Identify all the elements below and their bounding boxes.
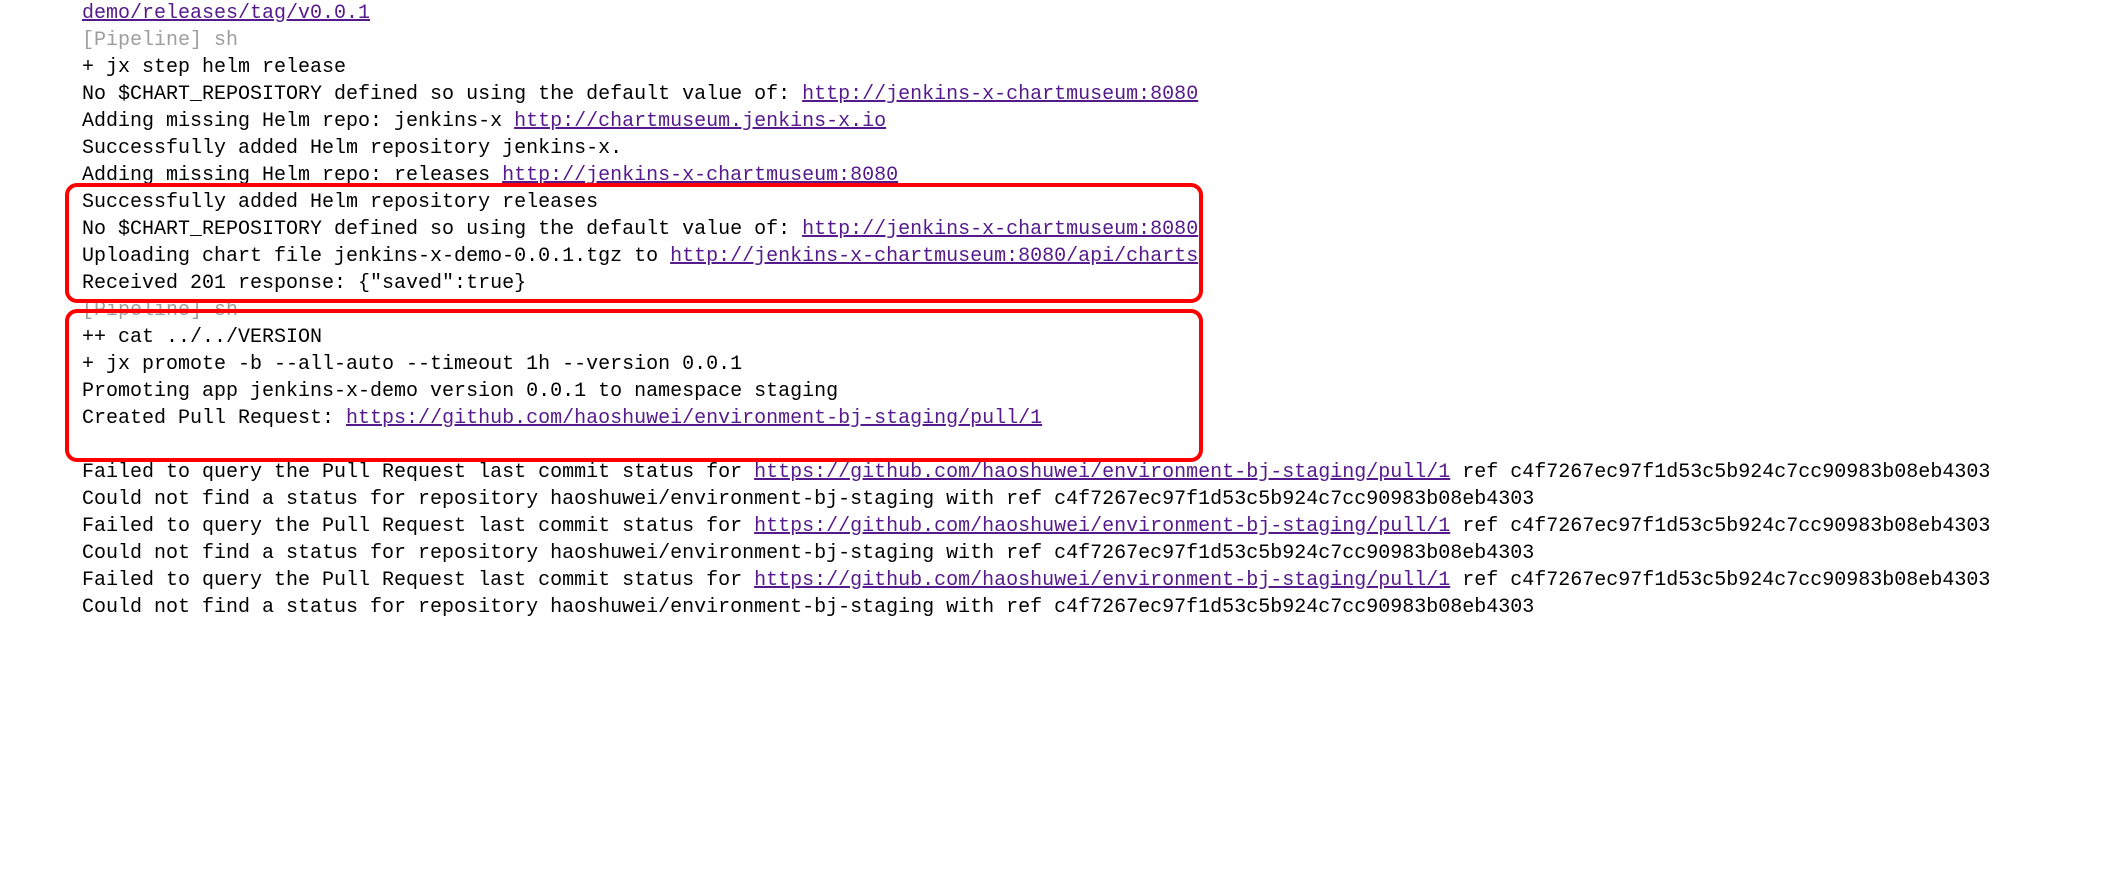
log-line: Adding missing Helm repo: releases http:…: [82, 162, 2036, 189]
log-line: Failed to query the Pull Request last co…: [82, 459, 2036, 513]
log-text: No $CHART_REPOSITORY defined so using th…: [82, 83, 802, 106]
log-output: demo/releases/tag/v0.0.1 [Pipeline] sh +…: [0, 0, 2118, 621]
log-line: Successfully added Helm repository jenki…: [82, 135, 2036, 162]
log-line: ++ cat ../../VERSION: [82, 324, 2036, 351]
pipeline-label: [Pipeline] sh: [82, 27, 2036, 54]
blank-line: [82, 432, 2036, 459]
log-line: + jx promote -b --all-auto --timeout 1h …: [82, 351, 2036, 378]
upload-link[interactable]: http://jenkins-x-chartmuseum:8080/api/ch…: [670, 245, 1198, 268]
log-text: No $CHART_REPOSITORY defined so using th…: [82, 218, 802, 241]
log-line: demo/releases/tag/v0.0.1: [82, 0, 2036, 27]
log-line: No $CHART_REPOSITORY defined so using th…: [82, 216, 2036, 243]
log-line: Created Pull Request: https://github.com…: [82, 405, 2036, 432]
log-line: Promoting app jenkins-x-demo version 0.0…: [82, 378, 2036, 405]
log-text: Failed to query the Pull Request last co…: [82, 461, 754, 484]
log-text: Failed to query the Pull Request last co…: [82, 515, 754, 538]
log-text: Adding missing Helm repo: jenkins-x: [82, 110, 514, 133]
chartmuseum-link[interactable]: http://jenkins-x-chartmuseum:8080: [802, 218, 1198, 241]
release-tag-link[interactable]: demo/releases/tag/v0.0.1: [82, 2, 370, 25]
log-line: Failed to query the Pull Request last co…: [82, 513, 2036, 567]
pull-request-link[interactable]: https://github.com/haoshuwei/environment…: [754, 461, 1450, 484]
log-line: Received 201 response: {"saved":true}: [82, 270, 2036, 297]
pipeline-label: [Pipeline] sh: [82, 297, 2036, 324]
log-text: Uploading chart file jenkins-x-demo-0.0.…: [82, 245, 670, 268]
log-line: + jx step helm release: [82, 54, 2036, 81]
chartmuseum-link[interactable]: http://jenkins-x-chartmuseum:8080: [802, 83, 1198, 106]
chartmuseum-link[interactable]: http://chartmuseum.jenkins-x.io: [514, 110, 886, 133]
log-text: Failed to query the Pull Request last co…: [82, 569, 754, 592]
log-text: Adding missing Helm repo: releases: [82, 164, 502, 187]
pull-request-link[interactable]: https://github.com/haoshuwei/environment…: [754, 569, 1450, 592]
pull-request-link[interactable]: https://github.com/haoshuwei/environment…: [346, 407, 1042, 430]
log-line: Failed to query the Pull Request last co…: [82, 567, 2036, 621]
log-text: Created Pull Request:: [82, 407, 346, 430]
log-line: Successfully added Helm repository relea…: [82, 189, 2036, 216]
log-line: Adding missing Helm repo: jenkins-x http…: [82, 108, 2036, 135]
log-line: No $CHART_REPOSITORY defined so using th…: [82, 81, 2036, 108]
chartmuseum-link[interactable]: http://jenkins-x-chartmuseum:8080: [502, 164, 898, 187]
pull-request-link[interactable]: https://github.com/haoshuwei/environment…: [754, 515, 1450, 538]
log-line: Uploading chart file jenkins-x-demo-0.0.…: [82, 243, 2036, 270]
